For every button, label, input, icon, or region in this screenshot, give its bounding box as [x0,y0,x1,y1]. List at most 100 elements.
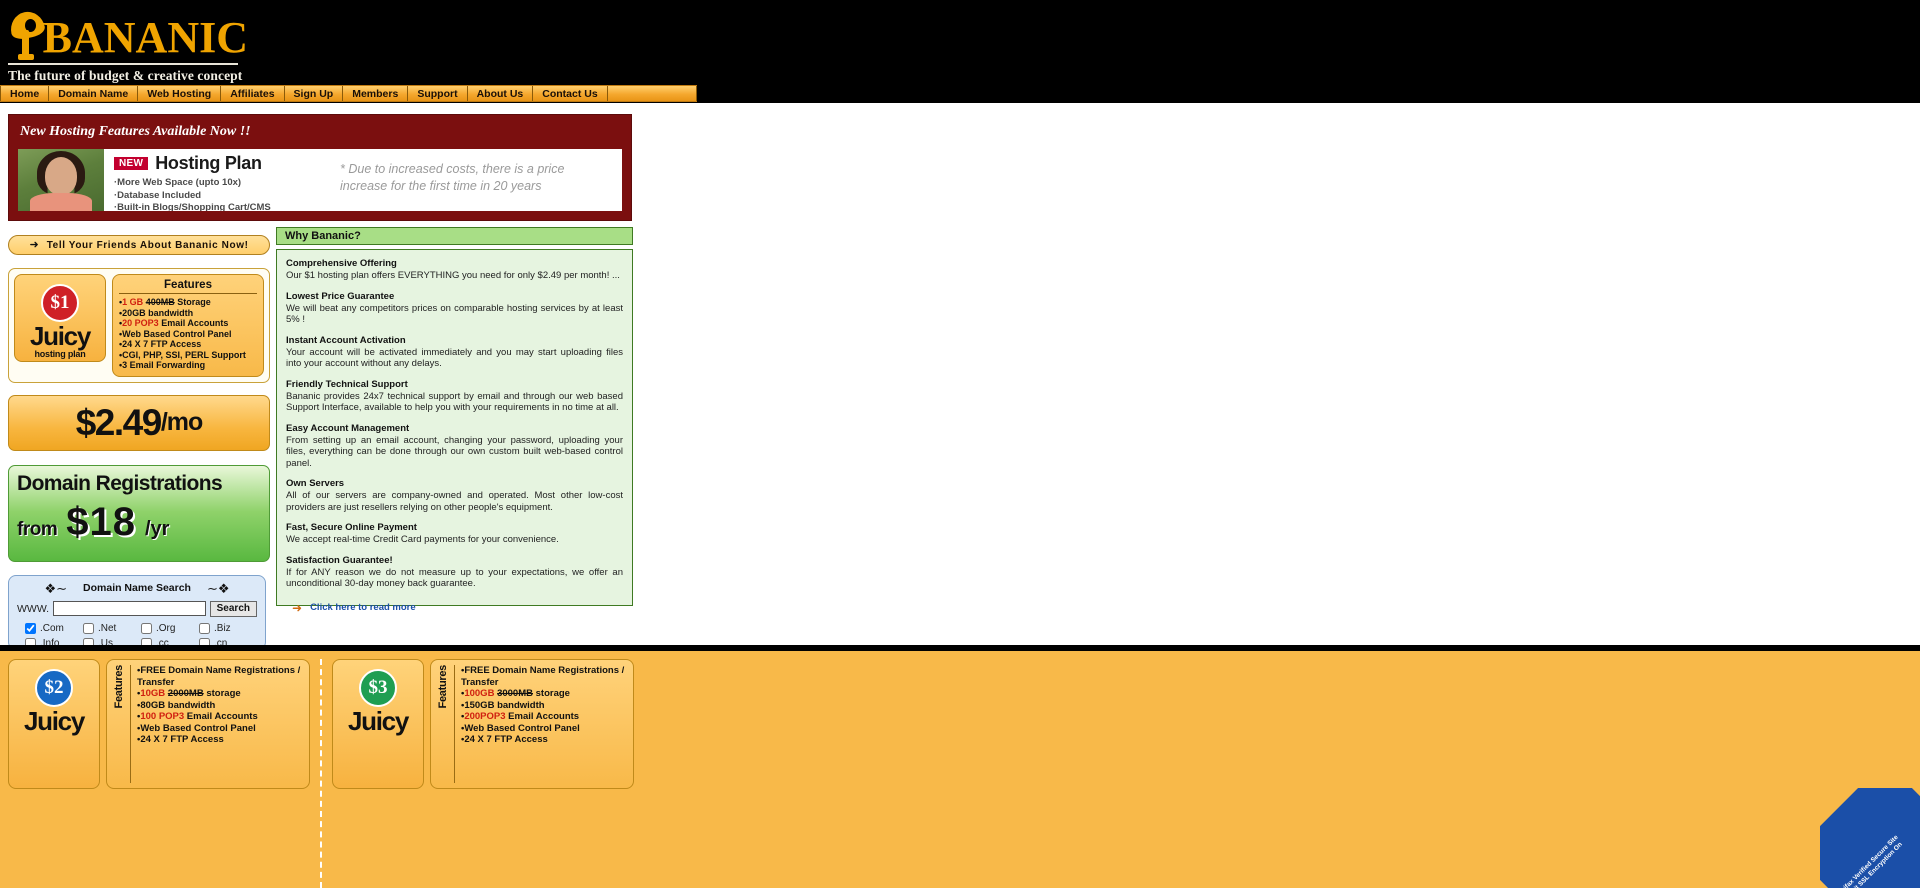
logo-divider [8,63,238,65]
tell-friends-button[interactable]: ➜ Tell Your Friends About Bananic Now! [8,235,270,255]
tld-checkbox[interactable] [25,622,36,634]
feature-item: 100GB 3000MB storage [461,688,627,700]
why-bananic-panel: Why Bananic? Comprehensive Offering Our $… [276,227,633,614]
tell-friends-label: Tell Your Friends About Bananic Now! [46,239,249,251]
why-item-body: If for ANY reason we do not measure up t… [286,566,623,590]
feature-item: FREE Domain Name Registrations / Transfe… [461,665,627,688]
footer-plan-card[interactable]: $2Juicy Features FREE Domain Name Registra… [8,659,310,789]
why-item-title: Satisfaction Guarantee! [286,554,393,566]
feature-item: 100 POP3 Email Accounts [137,711,303,723]
why-item: Fast, Secure Online Payment We accept rea… [286,522,623,546]
nav-item-affiliates[interactable]: Affiliates [221,86,285,101]
domain-banner-from: from [17,518,58,540]
promo-photo [18,149,104,211]
nav-item-about-us[interactable]: About Us [467,86,534,101]
nav-item-web-hosting[interactable]: Web Hosting [138,86,222,101]
read-more-link[interactable]: Click here to read more [310,602,416,613]
features-vertical-label: Features [113,665,125,709]
domain-search-button[interactable]: Search [209,600,257,617]
why-panel-body: Comprehensive Offering Our $1 hosting pla… [276,249,633,614]
plan-price-amount: $2.49 [75,401,163,443]
plan-features-card: Features FREE Domain Name Registrations /… [106,659,310,789]
feature-item: Web Based Control Panel [137,723,303,735]
tld-label: .Org [156,622,176,634]
bananic-logo-icon [7,8,47,60]
why-item-title: Instant Account Activation [286,334,406,346]
why-item: Instant Account Activation Your account w… [286,335,623,370]
footer-plan-card[interactable]: $3Juicy Features FREE Domain Name Registra… [332,659,634,789]
tld-option-com[interactable]: .Com [25,622,83,634]
main-plan-card[interactable]: $1 Juicy hosting plan Features 1 GB 400M… [8,268,270,383]
tld-option-biz[interactable]: .Biz [199,622,257,634]
nav-item-domain-name[interactable]: Domain Name [49,86,139,101]
tld-label: .Biz [214,622,231,634]
features-list: 1 GB 400MB Storage20GB bandwidth20 POP3 … [119,297,257,371]
promo-note-line1: * Due to increased costs, there is a pri… [340,162,565,176]
nav-item-sign-up[interactable]: Sign Up [284,86,344,101]
feature-item: FREE Domain Name Registrations / Transfe… [137,665,303,688]
promo-note-line2: increase for the first time in 20 years [340,179,542,193]
nav-item-members[interactable]: Members [343,86,409,101]
why-item-title: Lowest Price Guarantee [286,290,395,302]
nav-item-home[interactable]: Home [0,86,50,101]
tld-checkbox[interactable] [83,622,94,634]
why-item: Comprehensive Offering Our $1 hosting pla… [286,258,623,282]
plan-juicy-label: Juicy [24,706,85,736]
domain-banner-unit: /yr [144,517,170,540]
feature-item: CGI, PHP, SSI, PERL Support [119,350,257,361]
tld-option-org[interactable]: .Org [141,622,199,634]
nav-item-contact-us[interactable]: Contact Us [533,86,608,101]
plan-juicy-label: Juicy [348,706,409,736]
swirl-left-icon: ❖∼ [44,580,68,596]
feature-item: 1 GB 400MB Storage [119,297,257,308]
domain-search-input[interactable] [53,601,206,616]
read-more-link-row[interactable]: ➜ Click here to read more [286,602,623,614]
nav-item-support[interactable]: Support [408,86,468,101]
plan-juicy-label: Juicy [30,321,91,351]
plan-price-coin: $1 [41,284,79,322]
nav-filler [607,86,697,101]
why-item: Friendly Technical Support Bananic provid… [286,379,623,414]
why-item-title: Easy Account Management [286,422,410,434]
promo-bullet: Built-in Blogs/Shopping Cart/CMS [114,202,616,211]
why-item-body: All of our servers are company-owned and… [286,490,623,513]
tld-option-net[interactable]: .Net [83,622,141,634]
feature-item: 3 Email Forwarding [119,360,257,371]
why-item-body: We will beat any competitors prices on c… [286,302,623,326]
plan-divider [320,659,322,888]
feature-item: 20 POP3 Email Accounts [119,318,257,329]
why-item-body: Your account will be activated immediate… [286,346,623,370]
why-panel-title: Why Bananic? [285,230,361,242]
why-item-title: Fast, Secure Online Payment [286,522,417,533]
plan-price-box: $2.49 /mo [8,394,270,451]
why-panel-header: Why Bananic? [276,227,633,245]
why-item-title: Own Servers [286,478,345,489]
why-item: Own Servers All of our servers are compan… [286,478,623,513]
feature-item: 24 X 7 FTP Access [461,734,627,746]
plan-juicy-card: $2 Juicy [8,659,100,789]
tld-checkbox[interactable] [199,622,210,634]
features-list: FREE Domain Name Registrations / Transfe… [454,665,627,783]
feature-item: 24 X 7 FTP Access [119,339,257,350]
tld-checkbox[interactable] [141,622,152,634]
domain-registration-banner[interactable]: Domain Registrations from $18 /yr [8,464,270,562]
feature-item: 150GB bandwidth [461,700,627,712]
why-item: Easy Account Management From setting up a… [286,423,623,470]
feature-item: 80GB bandwidth [137,700,303,712]
swirl-right-icon: ∼❖ [206,580,230,596]
plan-features-card: Features 1 GB 400MB Storage20GB bandwidt… [112,274,264,377]
feature-item: 24 X 7 FTP Access [137,734,303,746]
why-item-body: Bananic provides 24x7 technical support … [286,390,623,414]
arrow-right-icon: ➜ [292,600,303,615]
arrow-right-icon: ➜ [29,238,39,251]
www-prefix-label: WWW. [17,602,50,615]
features-vertical-label: Features [437,665,449,709]
why-item-body: We accept real-time Credit Card payments… [286,534,559,545]
feature-item: 10GB 2000MB storage [137,688,303,700]
plan-juicy-card: $1 Juicy hosting plan [14,274,106,362]
feature-item: 200POP3 Email Accounts [461,711,627,723]
tld-label: .Net [98,622,117,634]
why-item-body: Our $1 hosting plan offers EVERYTHING yo… [286,270,620,281]
main-navigation: Home Domain Name Web Hosting Affiliates Sign… [0,85,697,102]
promo-banner: New Hosting Features Available Now !! NE… [8,114,632,221]
